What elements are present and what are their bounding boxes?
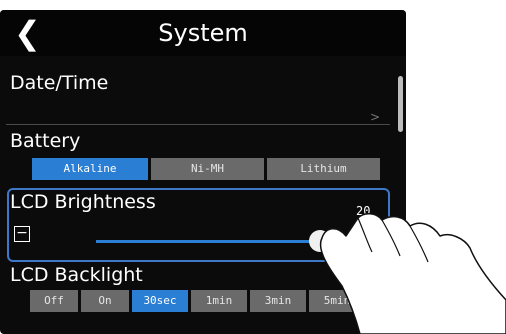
- pointing-hand-icon: [319, 213, 506, 334]
